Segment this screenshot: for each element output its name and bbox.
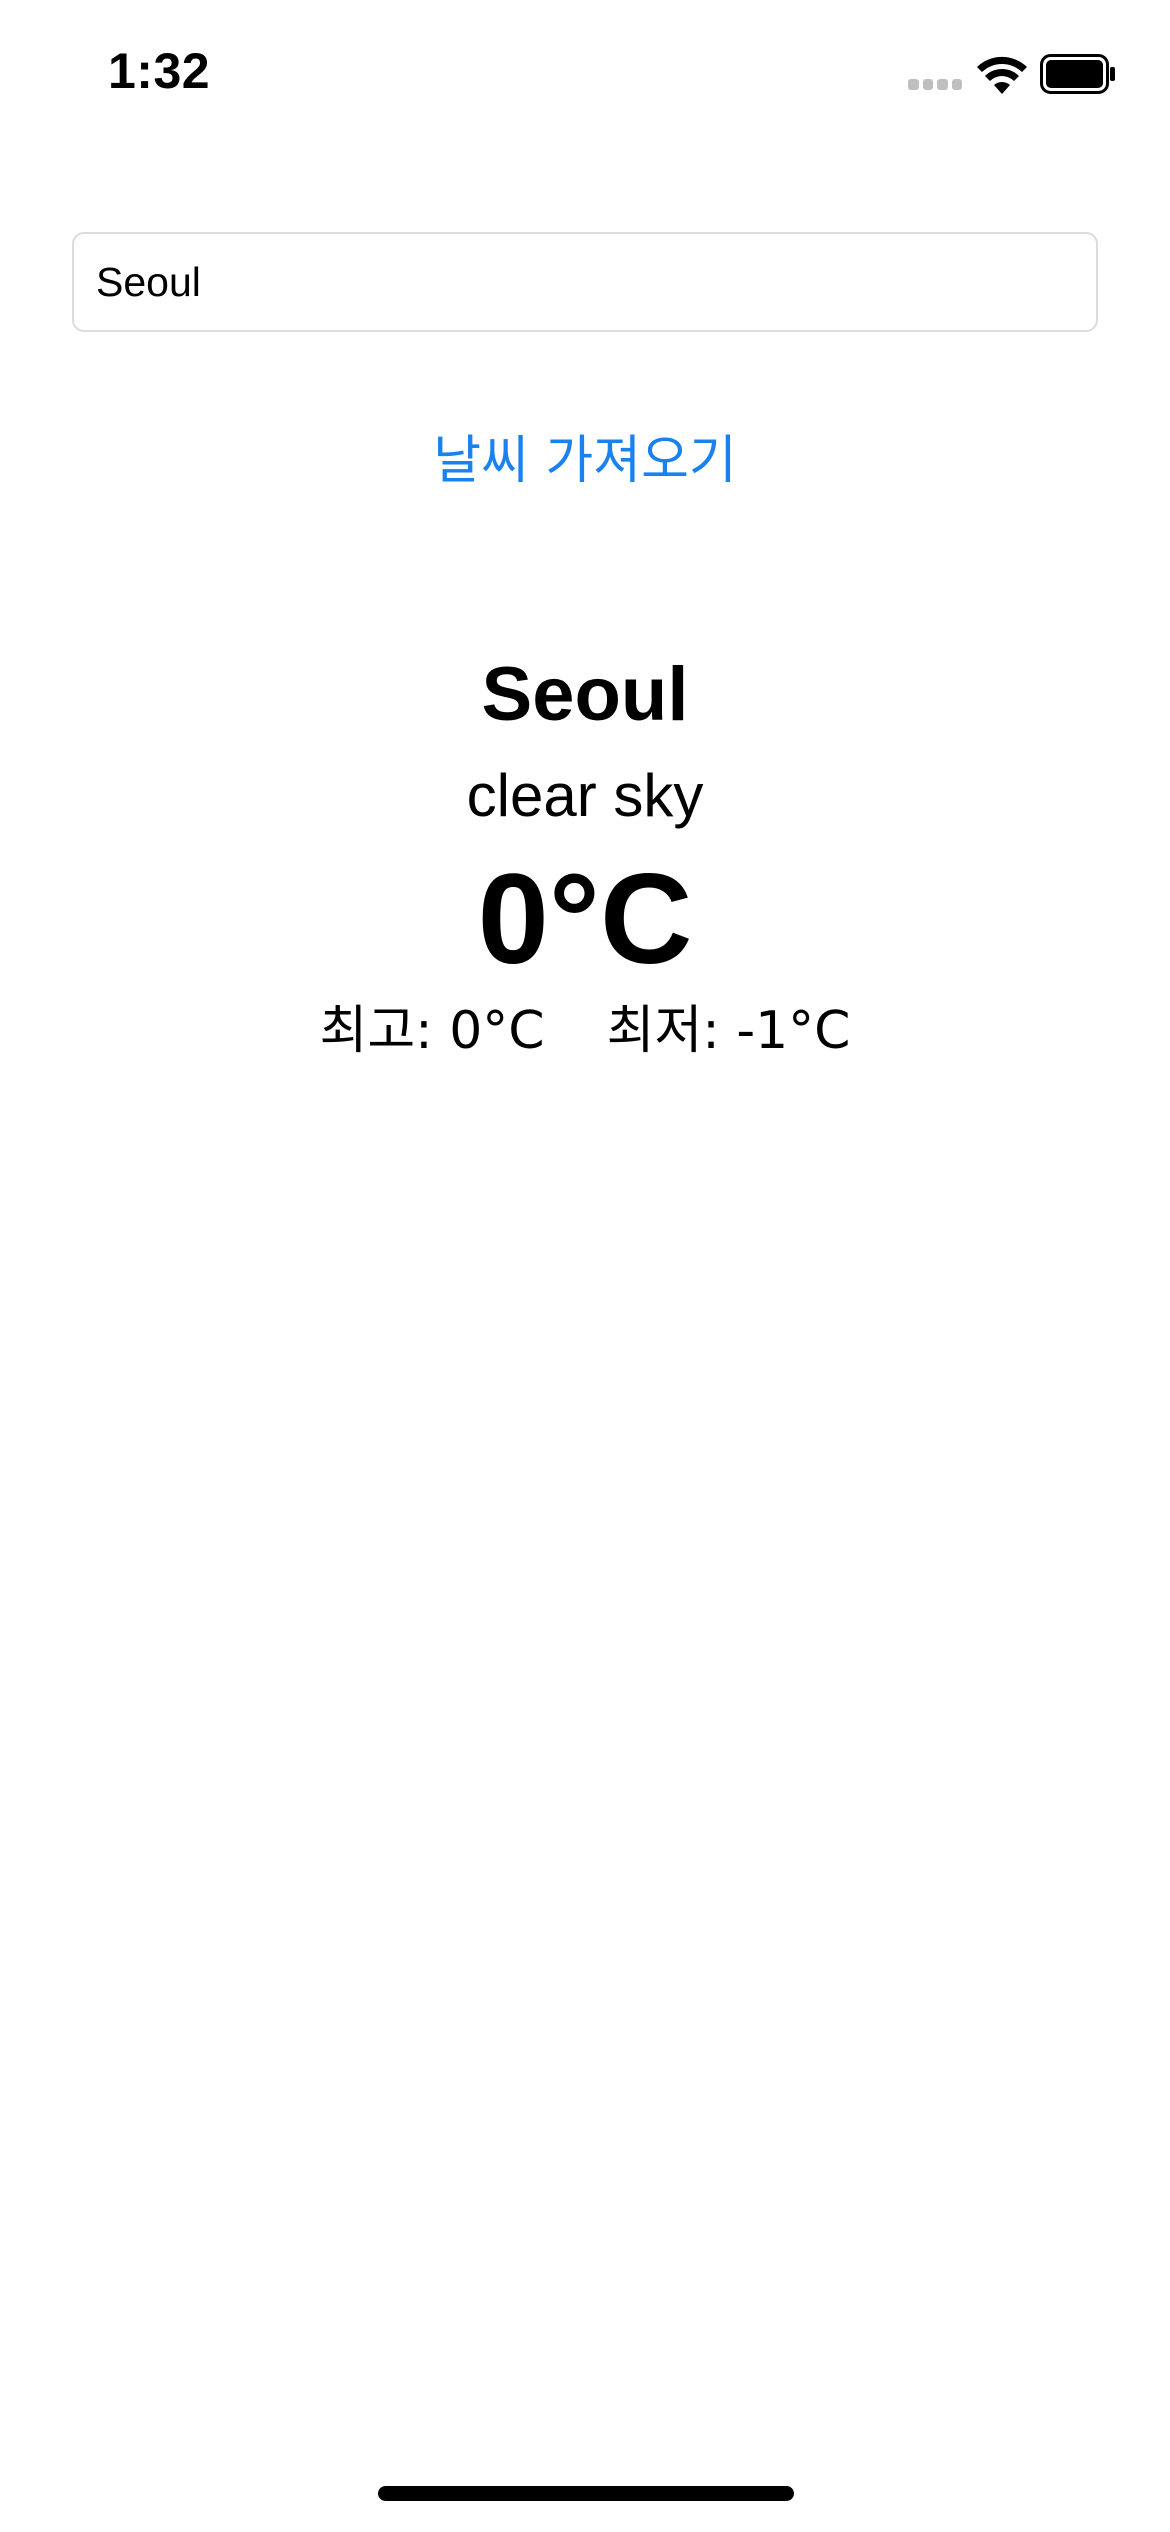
high-temperature: 최고: 0°C <box>319 1001 545 1061</box>
fetch-weather-button[interactable]: 날씨 가져오기 <box>0 418 1170 493</box>
low-temperature: 최저: -1°C <box>606 1001 851 1061</box>
weather-info: Seoul clear sky 0°C 최고: 0°C 최저: -1°C <box>0 650 1170 1066</box>
home-indicator[interactable] <box>378 2486 794 2501</box>
city-search-input[interactable] <box>72 232 1098 332</box>
temperature-range: 최고: 0°C 최저: -1°C <box>0 996 1170 1066</box>
status-time: 1:32 <box>108 43 211 99</box>
wifi-icon <box>977 56 1027 94</box>
battery-icon <box>1040 54 1115 94</box>
cell-signal-icon <box>908 79 962 93</box>
current-temperature: 0°C <box>477 848 693 991</box>
status-bar: 1:32 <box>0 0 1170 150</box>
city-name: Seoul <box>481 652 689 737</box>
weather-description: clear sky <box>466 762 704 829</box>
